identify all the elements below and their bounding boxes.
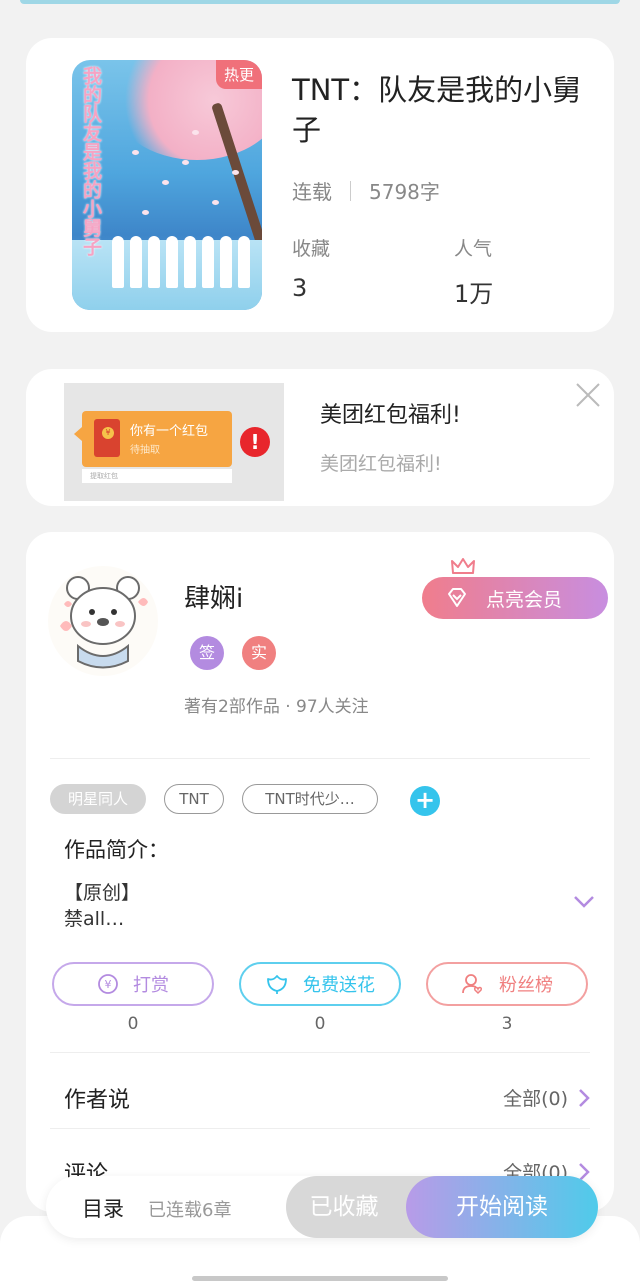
chapter-count[interactable]: 已连载6章: [148, 1196, 231, 1222]
tip-count: 0: [127, 1014, 139, 1034]
popularity-value: 1万: [454, 280, 494, 308]
cover-title: 我的队友是我的小舅子: [80, 66, 102, 256]
author-says-all: 全部(0): [503, 1088, 568, 1110]
ad-title: 美团红包福利!: [320, 403, 461, 428]
tag-category[interactable]: 明星同人: [50, 784, 146, 814]
start-reading-button[interactable]: 开始阅读: [406, 1176, 598, 1238]
toc-button[interactable]: 目录: [82, 1193, 124, 1223]
author-stats: 著有2部作品 · 97人关注: [184, 697, 369, 717]
add-tag-button[interactable]: +: [410, 786, 440, 816]
avatar[interactable]: [48, 566, 158, 676]
meta-divider: [350, 180, 351, 201]
ad-redpacket-bubble: 你有一个红包 待抽取: [74, 411, 232, 467]
author-says-row[interactable]: 作者说 全部(0): [50, 1072, 590, 1122]
signed-badge: 签: [190, 636, 224, 670]
popularity-label: 人气: [454, 238, 493, 260]
author-name[interactable]: 肆娴i: [184, 578, 243, 615]
bottom-action-bar: 目录 已连载6章 已收藏 开始阅读: [46, 1176, 598, 1238]
ad-image[interactable]: 你有一个红包 待抽取 提取红包 !: [64, 383, 284, 501]
activate-vip-button[interactable]: 点亮会员: [422, 577, 608, 619]
word-count: 5798字: [369, 180, 440, 204]
bear-avatar-icon: [60, 576, 148, 669]
book-status: 连载: [292, 180, 332, 204]
divider: [50, 1128, 590, 1129]
coin-icon: ¥: [98, 974, 118, 994]
tip-button[interactable]: ¥ 打赏: [52, 962, 214, 1006]
alert-icon: !: [240, 427, 270, 457]
flower-icon: [267, 975, 287, 994]
fan-count: 3: [501, 1014, 513, 1034]
svg-text:¥: ¥: [105, 978, 112, 991]
author-card: 肆娴i 点亮会员 签 实 著有2部作品 · 97人关注 明星同人 TNT TNT…: [26, 532, 614, 1212]
red-envelope-icon: [94, 419, 120, 457]
tag-tnt-era[interactable]: TNT时代少…: [242, 784, 378, 814]
crown-icon: [451, 558, 475, 574]
diamond-icon: [447, 588, 466, 607]
intro-line: 禁all…: [64, 908, 125, 930]
book-cover[interactable]: 我的队友是我的小舅子 热更: [72, 60, 262, 310]
top-edge: [20, 0, 620, 4]
ad-card[interactable]: 你有一个红包 待抽取 提取红包 ! 美团红包福利! 美团红包福利!: [26, 369, 614, 506]
divider: [50, 1052, 590, 1053]
user-heart-icon: [462, 974, 483, 995]
chevron-right-icon: [579, 1088, 590, 1107]
send-flower-button[interactable]: 免费送花: [239, 962, 401, 1006]
book-info-card[interactable]: 我的队友是我的小舅子 热更 TNT：队友是我的小舅子 连载 5798字 收藏 3…: [26, 38, 614, 332]
hot-badge: 热更: [215, 60, 262, 89]
ad-subtitle: 美团红包福利!: [320, 453, 442, 475]
book-meta: 连载 5798字: [292, 176, 440, 205]
tag-tnt[interactable]: TNT: [164, 784, 224, 814]
favorites-value: 3: [292, 274, 308, 302]
intro-label: 作品简介：: [64, 838, 169, 862]
cover-figures: [112, 228, 252, 288]
fan-ranking-button[interactable]: 粉丝榜: [426, 962, 588, 1006]
flower-count: 0: [314, 1014, 326, 1034]
favorites-label: 收藏: [292, 238, 331, 260]
divider: [50, 758, 590, 759]
book-title: TNT：队友是我的小舅子: [292, 73, 582, 147]
intro-line: 【原创】: [64, 882, 141, 904]
chevron-down-icon[interactable]: [572, 894, 596, 910]
verified-badge: 实: [242, 636, 276, 670]
close-icon[interactable]: [574, 381, 602, 409]
home-indicator: [192, 1276, 448, 1281]
